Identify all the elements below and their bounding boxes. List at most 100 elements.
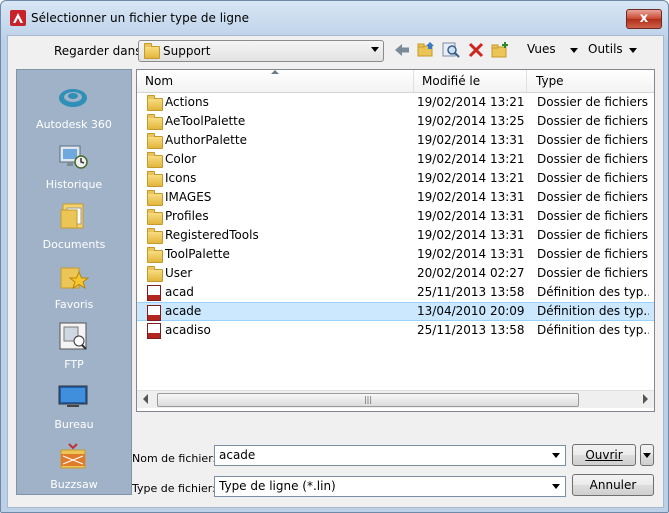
place-label: Documents (42, 238, 106, 251)
views-menu[interactable]: Vues (527, 42, 556, 56)
places-bar: Autodesk 360 Historique Documents Favori… (16, 69, 132, 495)
scroll-right-icon[interactable] (643, 394, 648, 404)
folder-icon (147, 266, 163, 282)
cell-type: Dossier de fichiers (537, 95, 649, 109)
chevron-down-icon (552, 484, 560, 489)
place-label: Buzzsaw (50, 478, 98, 491)
lookin-label: Regarder dans: (54, 44, 146, 58)
place-label: Autodesk 360 (36, 118, 112, 131)
column-header-name[interactable]: Nom (137, 70, 414, 92)
cell-type: Définition des typ... (537, 323, 649, 337)
folder-icon (147, 133, 163, 149)
close-button[interactable]: x (626, 9, 662, 29)
table-row[interactable]: ToolPalette 19/02/2014 13:31 Dossier de fi… (137, 245, 654, 264)
cancel-button[interactable]: Annuler (572, 474, 654, 496)
place-ftp[interactable]: FTP (17, 314, 131, 374)
table-row[interactable]: Color 19/02/2014 13:21 Dossier de fichiers (137, 150, 654, 169)
table-row[interactable]: acadiso 25/11/2013 13:58 Définition des ty… (137, 321, 654, 340)
filetype-dropdown[interactable]: Type de ligne (*.lin) (214, 476, 566, 497)
table-row[interactable]: acade 13/04/2010 20:09 Définition des typ.… (137, 302, 654, 321)
open-button-label: Ouvrir (585, 448, 623, 462)
buzzsaw-icon (60, 443, 86, 469)
folder-icon (147, 152, 163, 168)
place-buzzsaw[interactable]: Buzzsaw (17, 434, 131, 494)
open-options-button[interactable] (640, 444, 654, 466)
table-row[interactable]: AuthorPalette 19/02/2014 13:31 Dossier de … (137, 131, 654, 150)
folder-icon (147, 247, 163, 263)
cell-name: AeToolPalette (165, 114, 246, 128)
table-row[interactable]: RegisteredTools 19/02/2014 13:31 Dossier d… (137, 226, 654, 245)
place-label: FTP (64, 358, 84, 371)
place-autodesk-360[interactable]: Autodesk 360 (17, 74, 131, 134)
cell-date: 19/02/2014 13:31 (417, 190, 525, 204)
horizontal-scrollbar[interactable]: ||| (137, 390, 654, 408)
folder-icon (147, 95, 163, 111)
cell-name: Actions (165, 95, 209, 109)
table-row[interactable]: Profiles 19/02/2014 13:31 Dossier de fichi… (137, 207, 654, 226)
cell-name: Profiles (165, 209, 209, 223)
window-title: Sélectionner un fichier type de ligne (31, 11, 249, 25)
place-bureau[interactable]: Bureau (17, 374, 131, 434)
cloud-icon (59, 89, 87, 107)
filename-input[interactable]: acade (214, 445, 566, 466)
cell-date: 19/02/2014 13:21 (417, 152, 525, 166)
filename-label: Nom de fichier: (132, 452, 217, 465)
open-button[interactable]: Ouvrir (572, 444, 636, 466)
table-row[interactable]: User 20/02/2014 02:27 Dossier de fichiers (137, 264, 654, 283)
table-row[interactable]: Actions 19/02/2014 13:21 Dossier de fichie… (137, 93, 654, 112)
cell-date: 20/02/2014 02:27 (417, 266, 525, 280)
up-folder-icon[interactable] (416, 40, 436, 60)
delete-icon[interactable] (466, 40, 486, 60)
cell-type: Dossier de fichiers (537, 266, 649, 280)
desktop-icon (58, 385, 88, 407)
chevron-down-icon[interactable] (552, 453, 560, 458)
views-dropdown-icon[interactable] (570, 48, 578, 53)
filetype-value: Type de ligne (*.lin) (219, 479, 336, 493)
place-documents[interactable]: Documents (17, 194, 131, 254)
table-row[interactable]: acad 25/11/2013 13:58 Définition des typ..… (137, 283, 654, 302)
scroll-left-icon[interactable] (143, 394, 148, 404)
lookin-dropdown[interactable]: Support (138, 40, 384, 62)
filetype-label: Type de fichier: (132, 482, 216, 495)
folder-icon (147, 171, 163, 187)
cell-type: Dossier de fichiers (537, 152, 649, 166)
cell-name: acad (165, 285, 194, 299)
column-header-type[interactable]: Type (528, 70, 654, 92)
place-historique[interactable]: Historique (17, 134, 131, 194)
scrollbar-thumb[interactable]: ||| (157, 393, 579, 407)
new-folder-icon[interactable] (490, 40, 510, 60)
cell-name: acade (165, 304, 202, 318)
cell-date: 19/02/2014 13:21 (417, 171, 525, 185)
cell-date: 19/02/2014 13:21 (417, 95, 525, 109)
folder-icon (147, 114, 163, 130)
cell-name: User (165, 266, 193, 280)
column-header-date[interactable]: Modifié le (414, 70, 527, 92)
cell-name: Icons (165, 171, 197, 185)
chevron-down-icon (643, 453, 651, 458)
cell-type: Dossier de fichiers (537, 209, 649, 223)
chevron-down-icon (371, 47, 379, 52)
cell-name: ToolPalette (165, 247, 230, 261)
cell-name: AuthorPalette (165, 133, 247, 147)
search-web-icon[interactable] (441, 40, 461, 60)
table-row[interactable]: AeToolPalette 19/02/2014 13:25 Dossier de … (137, 112, 654, 131)
table-row[interactable]: Icons 19/02/2014 13:21 Dossier de fichiers (137, 169, 654, 188)
ftp-icon (59, 322, 87, 350)
cell-date: 13/04/2010 20:09 (417, 304, 525, 318)
file-list[interactable]: Nom Modifié le Type Actions 19/02/2014 13… (136, 69, 655, 412)
tools-menu[interactable]: Outils (588, 42, 623, 56)
list-header: Nom Modifié le Type (137, 70, 654, 93)
table-row[interactable]: IMAGES 19/02/2014 13:31 Dossier de fichier… (137, 188, 654, 207)
dialog-client: Regarder dans: Support Vues Outils Autod… (7, 35, 664, 508)
tools-dropdown-icon[interactable] (629, 48, 637, 53)
cell-date: 19/02/2014 13:31 (417, 228, 525, 242)
cell-type: Dossier de fichiers (537, 190, 649, 204)
title-bar[interactable]: Sélectionner un fichier type de ligne x (1, 1, 668, 35)
filename-value: acade (219, 448, 256, 462)
cell-date: 19/02/2014 13:25 (417, 114, 525, 128)
linetype-file-icon (147, 323, 161, 339)
place-favoris[interactable]: Favoris (17, 254, 131, 314)
sort-arrow-icon (271, 70, 279, 74)
column-label: Nom (145, 74, 174, 88)
back-arrow-icon[interactable] (392, 40, 412, 60)
